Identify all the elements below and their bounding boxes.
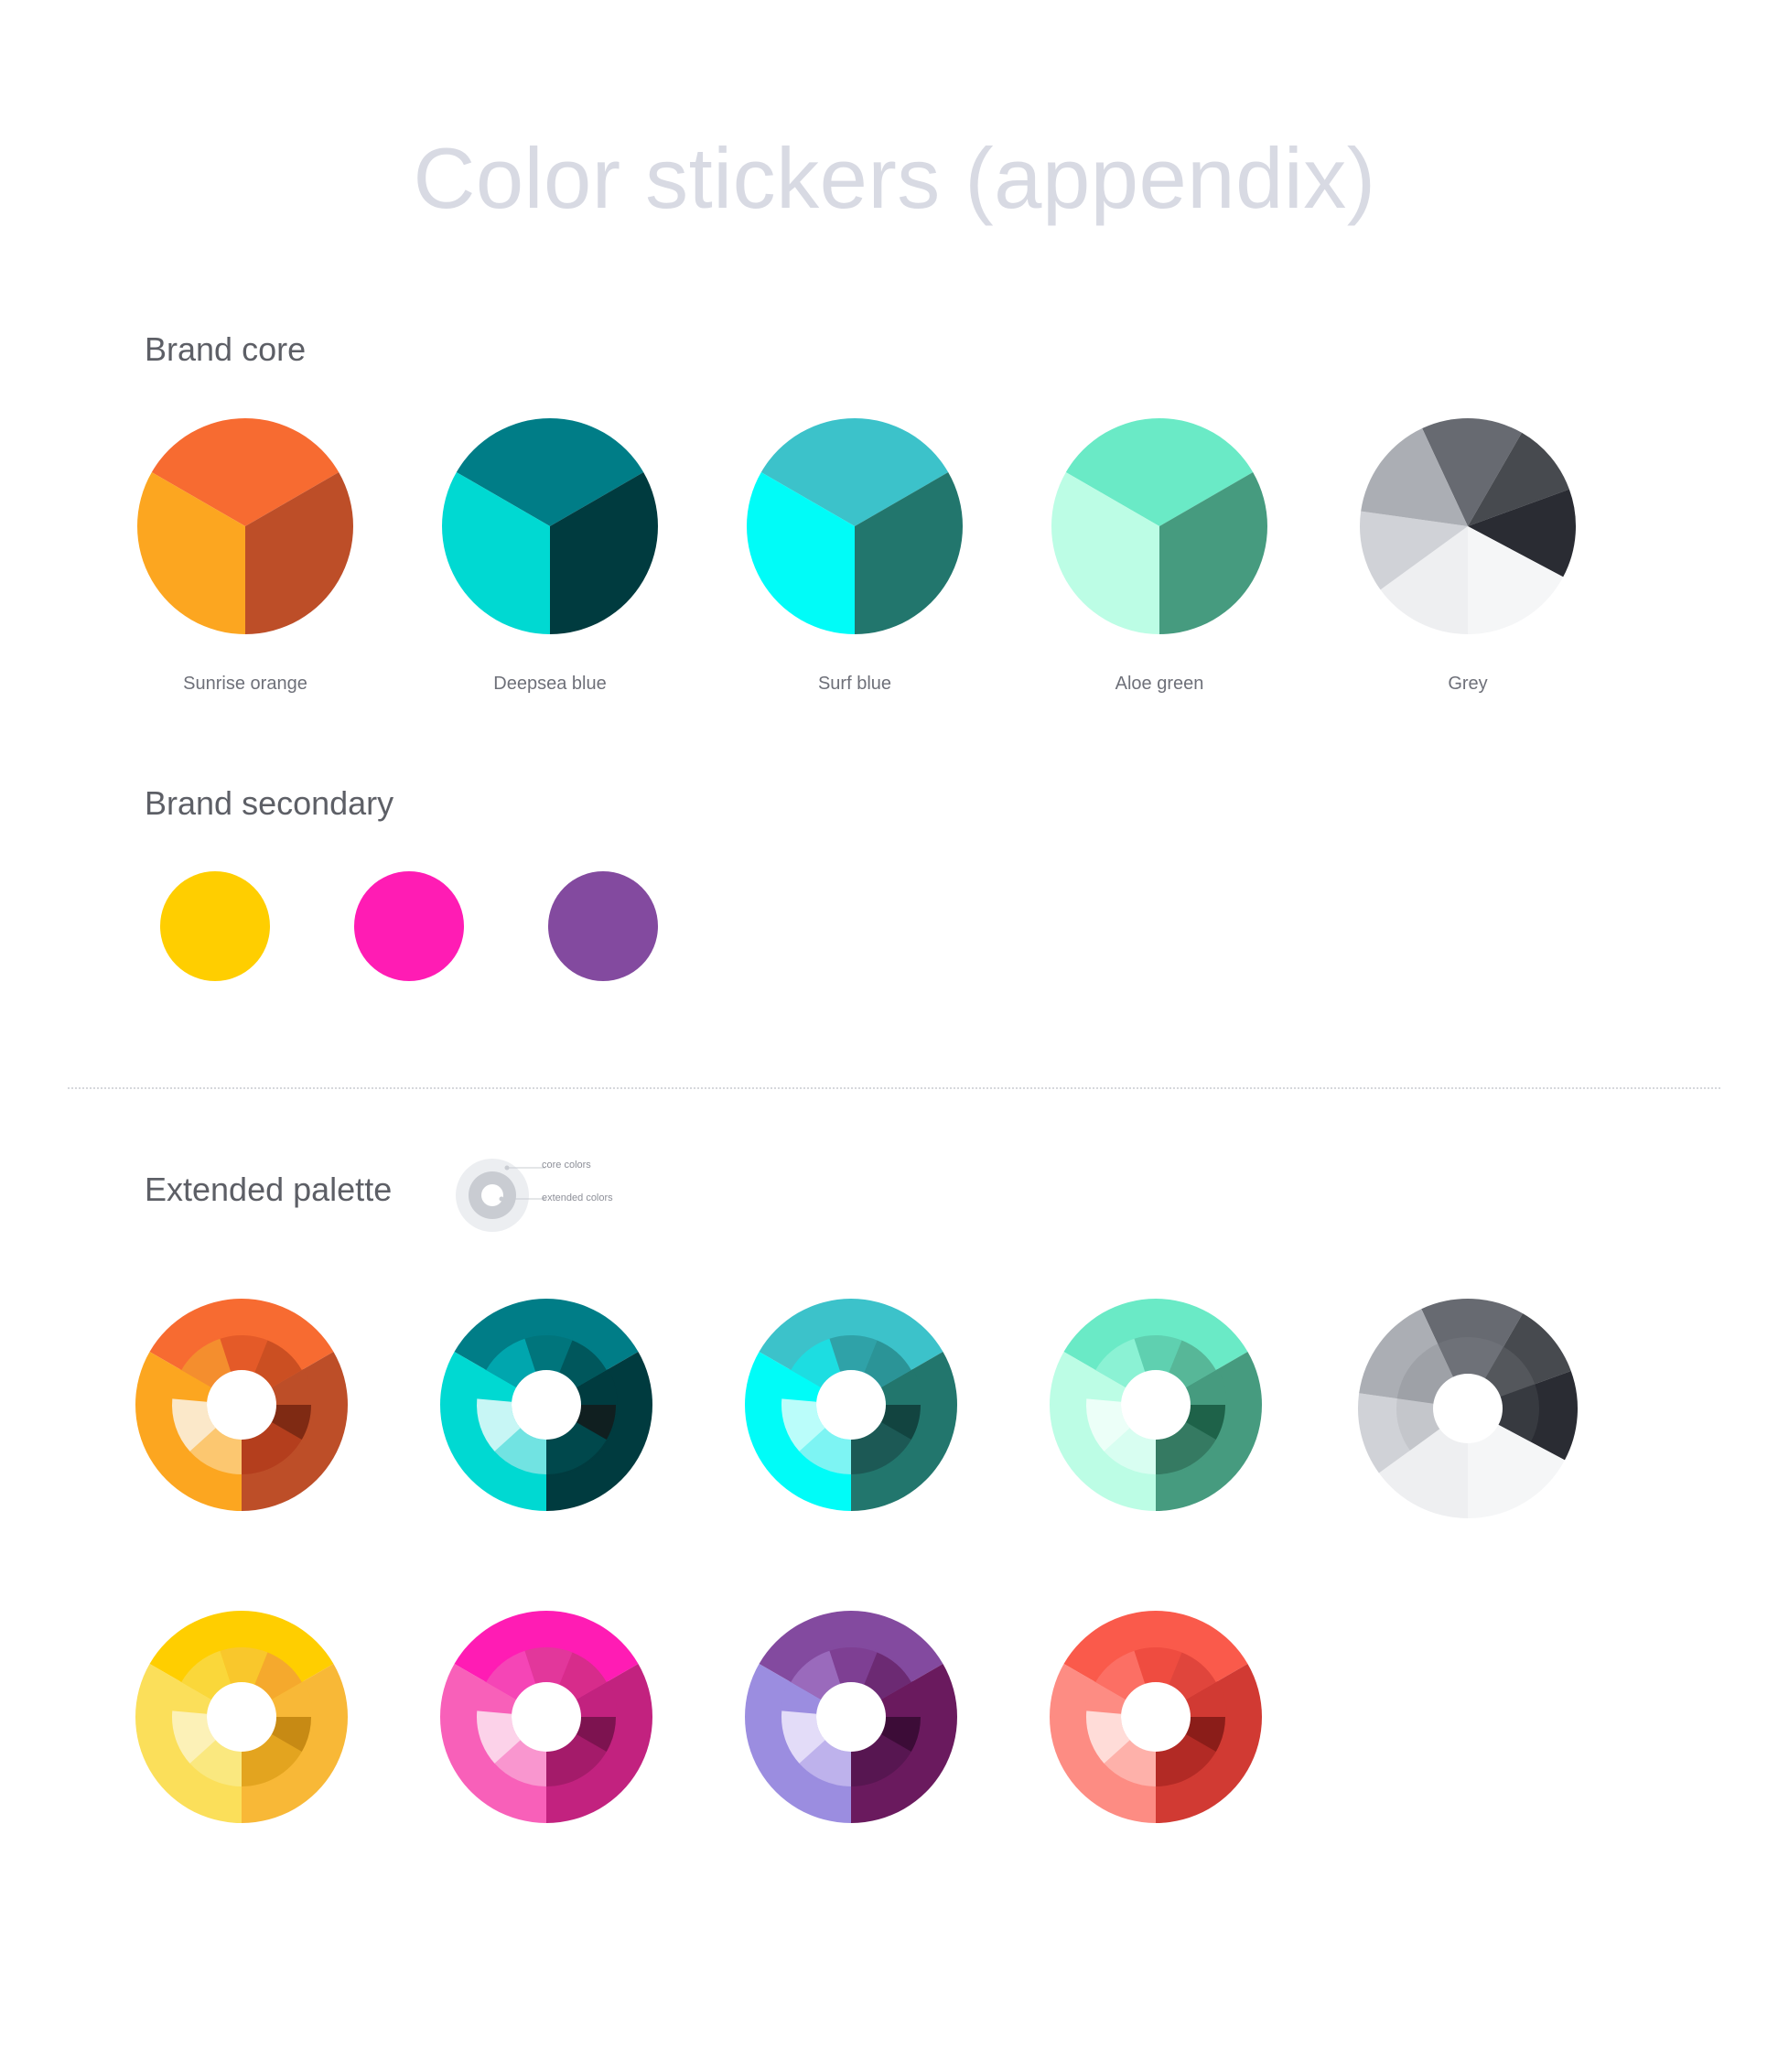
aloe-green-extended-wheel-hole — [1121, 1370, 1191, 1440]
secondary-swatch-pink — [354, 871, 464, 981]
grey-color-wheel — [1360, 418, 1576, 634]
surf-blue-extended-wheel — [745, 1299, 957, 1511]
purple-dot — [548, 871, 658, 981]
yellow-dot — [160, 871, 270, 981]
section-divider — [68, 1087, 1720, 1089]
sunrise-orange-extended-wheel — [135, 1299, 348, 1511]
sunrise-orange-extended-wheel-hole — [207, 1370, 276, 1440]
extended-grey — [1358, 1299, 1578, 1518]
sticker-aloe-green — [1051, 418, 1267, 634]
extended-purple — [745, 1611, 957, 1823]
surf-blue-color-wheel — [747, 418, 963, 634]
legend-pointer-core-dot — [504, 1165, 510, 1171]
extended-red — [1050, 1611, 1262, 1823]
sticker-label-surf-blue: Surf blue — [817, 674, 892, 694]
red-extended-wheel — [1050, 1611, 1262, 1823]
purple-dot-fill — [548, 871, 658, 981]
deepsea-blue-extended-wheel-hole — [512, 1370, 581, 1440]
secondary-swatch-purple — [548, 871, 658, 981]
sticker-grey — [1360, 418, 1576, 634]
extended-aloe-green — [1050, 1299, 1262, 1511]
red-extended-wheel-hole — [1121, 1682, 1191, 1752]
yellow-extended-wheel-hole — [207, 1682, 276, 1752]
yellow-dot-fill — [160, 871, 270, 981]
yellow-extended-wheel — [135, 1611, 348, 1823]
surf-blue-extended-wheel-hole — [816, 1370, 886, 1440]
pink-extended-wheel-hole — [512, 1682, 581, 1752]
sunrise-orange-color-wheel — [137, 418, 353, 634]
grey-extended-wheel — [1358, 1299, 1578, 1518]
extended-palette-legend: core colors extended colors — [454, 1159, 655, 1239]
grey-extended-wheel-hole — [1433, 1374, 1503, 1443]
aloe-green-color-wheel — [1051, 418, 1267, 634]
extended-sunrise-orange — [135, 1299, 348, 1511]
section-heading-extended-palette: Extended palette — [145, 1171, 393, 1208]
aloe-green-extended-wheel — [1050, 1299, 1262, 1511]
legend-extended-label: extended colors — [542, 1192, 613, 1203]
sticker-label-grey: Grey — [1448, 674, 1488, 694]
pink-dot-fill — [354, 871, 464, 981]
secondary-swatch-yellow — [160, 871, 270, 981]
extended-surf-blue — [745, 1299, 957, 1511]
sticker-label-sunrise-orange: Sunrise orange — [183, 674, 307, 694]
extended-yellow — [135, 1611, 348, 1823]
extended-deepsea-blue — [440, 1299, 652, 1511]
section-heading-brand-core: Brand core — [145, 330, 307, 368]
sticker-deepsea-blue — [442, 418, 658, 634]
pink-extended-wheel — [440, 1611, 652, 1823]
pink-dot — [354, 871, 464, 981]
purple-extended-wheel — [745, 1611, 957, 1823]
section-heading-brand-secondary: Brand secondary — [145, 784, 394, 822]
sticker-label-aloe-green: Aloe green — [1115, 674, 1204, 694]
page-title: Color stickers (appendix) — [413, 130, 1376, 226]
legend-hole — [481, 1184, 503, 1206]
deepsea-blue-color-wheel — [442, 418, 658, 634]
extended-pink — [440, 1611, 652, 1823]
legend-pointer-extended-dot — [499, 1196, 504, 1202]
deepsea-blue-extended-wheel — [440, 1299, 652, 1511]
sticker-surf-blue — [747, 418, 963, 634]
sticker-label-deepsea-blue: Deepsea blue — [493, 674, 607, 694]
sticker-sunrise-orange — [137, 418, 353, 634]
legend-core-label: core colors — [542, 1160, 591, 1171]
purple-extended-wheel-hole — [816, 1682, 886, 1752]
